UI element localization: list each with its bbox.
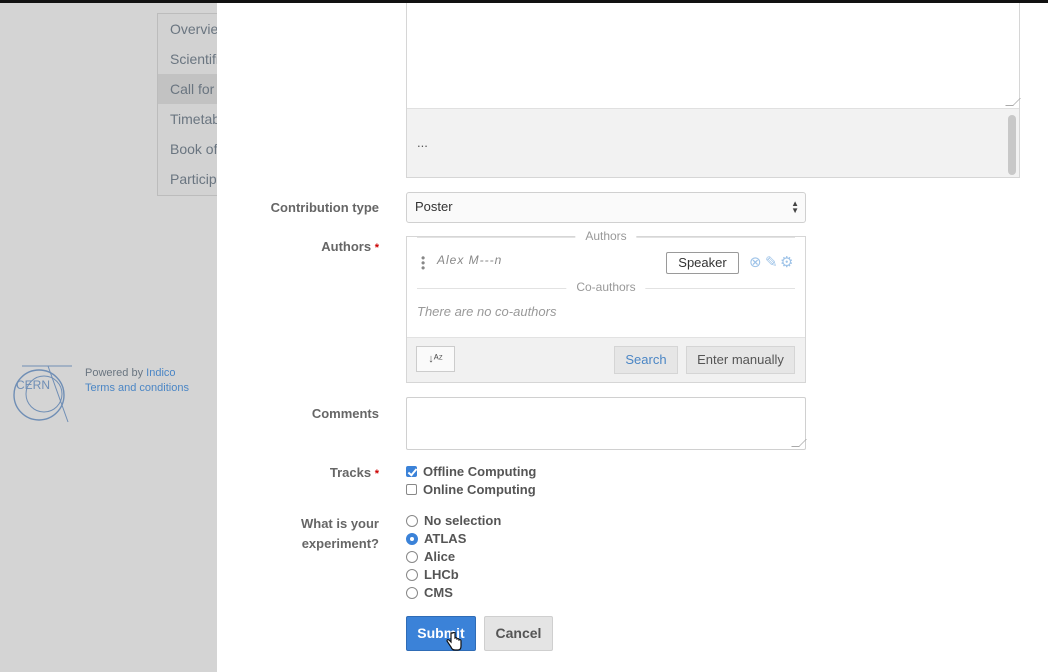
- track-label: Online Computing: [423, 482, 536, 497]
- radio-icon[interactable]: [406, 515, 418, 527]
- preview-text: ...: [417, 135, 428, 150]
- powered-prefix: Powered by: [85, 367, 147, 379]
- experiment-label-line1: What is your: [300, 516, 379, 531]
- submit-button[interactable]: Submit: [406, 616, 476, 651]
- checkbox-checked-icon[interactable]: [406, 466, 417, 477]
- select-arrows-icon: ▲ ▼: [791, 199, 799, 215]
- remove-author-icon[interactable]: ⊗: [749, 253, 762, 271]
- authors-toolbar: ↓ᴬᶻ Search Enter manually: [407, 337, 805, 382]
- radio-selected-icon[interactable]: [406, 533, 418, 545]
- experiment-option-label: Alice: [424, 549, 456, 564]
- authors-heading: Authors: [575, 229, 637, 243]
- gear-icon[interactable]: ⚙: [780, 253, 793, 271]
- experiment-option-label: LHCb: [424, 567, 459, 582]
- resize-handle-icon[interactable]: [1005, 98, 1021, 106]
- track-option[interactable]: Online Computing: [406, 482, 536, 497]
- contribution-type-select[interactable]: Poster ▲ ▼: [406, 192, 806, 223]
- tracks-label: Tracks *: [330, 465, 379, 480]
- bg-menu-item[interactable]: Book of Abstracts: [158, 134, 226, 164]
- required-mark: *: [374, 242, 379, 254]
- sort-authors-button[interactable]: ↓ᴬᶻ: [416, 346, 455, 372]
- tracks-label-text: Tracks: [329, 465, 372, 480]
- experiment-option[interactable]: CMS: [406, 585, 453, 600]
- edit-author-icon[interactable]: ✎: [765, 253, 778, 271]
- authors-field: Authors • • • Alex M---n Speaker ⊗ ✎ ⚙ Co-…: [406, 229, 806, 383]
- experiment-option-label: No selection: [424, 513, 502, 528]
- preview-scrollbar[interactable]: [1008, 115, 1016, 175]
- authors-label: Authors *: [321, 239, 379, 254]
- bg-menu-item[interactable]: Timetable: [158, 104, 226, 134]
- radio-icon[interactable]: [406, 569, 418, 581]
- search-button[interactable]: Search: [614, 346, 678, 374]
- resize-handle-icon[interactable]: [791, 439, 807, 447]
- coauthors-divider: Co-authors: [417, 280, 795, 294]
- track-label: Offline Computing: [423, 464, 537, 479]
- experiment-option[interactable]: Alice: [406, 549, 455, 564]
- experiment-label: What is your experiment?: [301, 514, 379, 554]
- experiment-option[interactable]: ATLAS: [406, 531, 466, 546]
- enter-manually-button[interactable]: Enter manually: [686, 346, 795, 374]
- coauthors-heading: Co-authors: [566, 280, 646, 294]
- experiment-option[interactable]: LHCb: [406, 567, 459, 582]
- bg-menu-item[interactable]: Scientific Programme: [158, 44, 226, 74]
- indico-link[interactable]: Indico: [146, 367, 175, 379]
- terms-link[interactable]: Terms and conditions: [85, 382, 189, 394]
- authors-label-text: Authors: [321, 239, 372, 254]
- radio-icon[interactable]: [406, 587, 418, 599]
- description-textarea[interactable]: [407, 3, 1021, 109]
- bg-menu-item[interactable]: Participant List: [158, 164, 226, 194]
- experiment-label-line2: experiment?: [301, 536, 379, 551]
- radio-icon[interactable]: [406, 551, 418, 563]
- cern-logo-icon: CERN: [13, 365, 72, 423]
- contribution-type-value: Poster: [415, 199, 453, 214]
- description-editor: ...: [406, 3, 1021, 178]
- bg-menu-item[interactable]: Overview: [158, 14, 226, 44]
- abstract-submission-dialog: ... Contribution type Poster ▲ ▼ Authors …: [217, 3, 1048, 672]
- description-preview: ...: [407, 109, 1019, 177]
- comments-textarea[interactable]: [406, 397, 807, 450]
- experiment-option-label: CMS: [424, 585, 453, 600]
- track-option[interactable]: Offline Computing: [406, 464, 536, 479]
- sort-az-icon: ↓ᴬᶻ: [428, 353, 443, 365]
- experiment-option[interactable]: No selection: [406, 513, 501, 528]
- authors-divider: Authors: [417, 229, 795, 243]
- bg-menu-item[interactable]: Call for Abstracts: [158, 74, 226, 104]
- speaker-button[interactable]: Speaker: [666, 252, 739, 274]
- cancel-button[interactable]: Cancel: [484, 616, 553, 651]
- experiment-option-label: ATLAS: [424, 531, 467, 546]
- checkbox-icon[interactable]: [406, 484, 417, 495]
- required-mark: *: [374, 468, 379, 480]
- no-coauthors-text: There are no co-authors: [417, 304, 557, 319]
- author-name: Alex M---n: [437, 253, 503, 267]
- drag-handle-icon[interactable]: • • •: [421, 252, 425, 274]
- hand-cursor-icon: [446, 632, 462, 651]
- contribution-type-label: Contribution type: [270, 200, 379, 215]
- svg-text:CERN: CERN: [16, 378, 50, 392]
- powered-by: Powered by Indico Terms and conditions: [85, 366, 189, 396]
- comments-label: Comments: [311, 406, 379, 421]
